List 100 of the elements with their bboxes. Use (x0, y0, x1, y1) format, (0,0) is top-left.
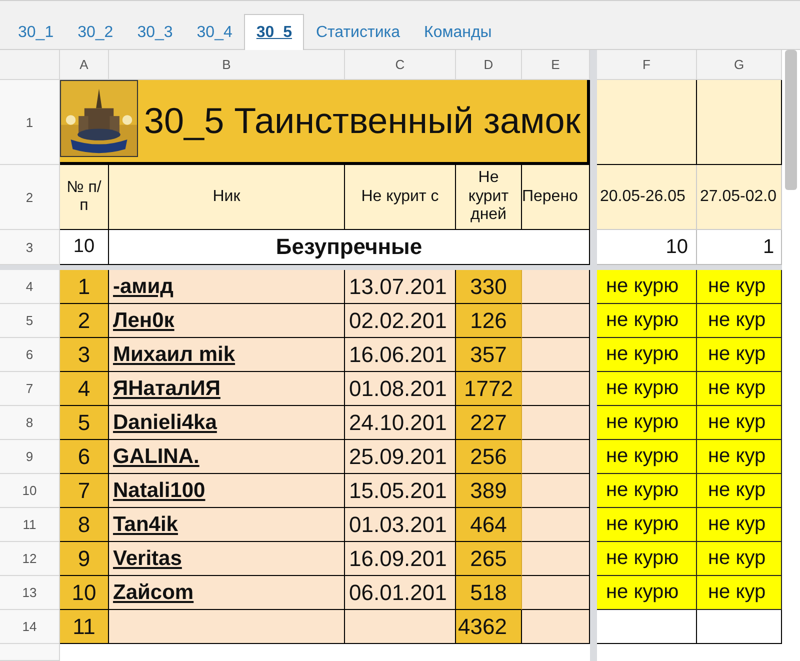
user-link[interactable]: Danieli4ka (113, 410, 217, 434)
user-link[interactable]: ЯНаталИЯ (113, 376, 220, 400)
sheet-tab[interactable]: 30_4 (184, 14, 244, 50)
table-cell: не кур (697, 508, 782, 542)
freeze-bar[interactable] (590, 50, 597, 661)
table-cell: не курю (597, 542, 697, 576)
row-header[interactable]: 14 (0, 610, 60, 644)
column-header[interactable]: C (345, 50, 456, 80)
table-cell: 6 (60, 440, 109, 474)
user-link[interactable]: Natali100 (113, 478, 206, 502)
user-link[interactable]: Veritas (113, 546, 182, 570)
table-cell: 10 (597, 230, 697, 265)
table-cell: Не курит дней (456, 165, 522, 230)
table-cell (522, 508, 590, 542)
table-cell (522, 304, 590, 338)
sheet-tab[interactable]: Статистика (304, 14, 412, 50)
scrollbar-thumb[interactable] (785, 50, 797, 190)
row-header[interactable]: 13 (0, 576, 60, 610)
table-cell: № п/п (60, 165, 109, 230)
freeze-bar[interactable] (0, 265, 590, 270)
table-cell: 265 (456, 542, 522, 576)
table-cell: 5 (60, 406, 109, 440)
table-cell (522, 270, 590, 304)
user-link[interactable]: Zайcom (113, 580, 194, 604)
table-cell: не курю (597, 474, 697, 508)
table-cell: 464 (456, 508, 522, 542)
user-link[interactable]: GALINA. (113, 444, 200, 468)
table-cell: не кур (697, 440, 782, 474)
row-header[interactable]: 6 (0, 338, 60, 372)
column-header[interactable]: E (522, 50, 590, 80)
table-cell (522, 576, 590, 610)
row-header[interactable]: 2 (0, 165, 60, 230)
table-cell: не кур (697, 304, 782, 338)
table-cell: Безупречные (109, 230, 590, 265)
table-cell: не курю (597, 338, 697, 372)
table-cell: 8 (60, 508, 109, 542)
table-cell: 11 (60, 610, 109, 644)
table-cell: 4 (60, 372, 109, 406)
row-header[interactable]: 11 (0, 508, 60, 542)
column-header[interactable]: B (109, 50, 345, 80)
table-cell: не курю (597, 576, 697, 610)
table-cell: не кур (697, 576, 782, 610)
row-header[interactable]: 7 (0, 372, 60, 406)
table-cell (522, 440, 590, 474)
sheet-tab[interactable]: 30_3 (125, 14, 185, 50)
user-link[interactable]: Лен0к (113, 308, 174, 332)
table-cell: 357 (456, 338, 522, 372)
user-link[interactable]: Tan4ik (113, 512, 178, 536)
table-cell: 15.05.201 (345, 474, 456, 508)
sheet-tab[interactable]: 30_5 (244, 14, 304, 50)
table-cell: не курю (597, 508, 697, 542)
sheet-tab[interactable]: 30_2 (66, 14, 126, 50)
table-cell: 01.03.201 (345, 508, 456, 542)
user-link[interactable]: -амид (113, 274, 174, 298)
row-header[interactable]: 8 (0, 406, 60, 440)
row-header[interactable]: 5 (0, 304, 60, 338)
table-cell (522, 372, 590, 406)
row-header[interactable]: 4 (0, 270, 60, 304)
table-cell: Перено (522, 165, 590, 230)
table-cell: 1 (60, 270, 109, 304)
table-cell: 10 (60, 576, 109, 610)
table-cell: 227 (456, 406, 522, 440)
table-cell: 389 (456, 474, 522, 508)
sheet-tab[interactable]: 30_1 (6, 14, 66, 50)
table-cell: 02.02.201 (345, 304, 456, 338)
row-header[interactable]: 1 (0, 80, 60, 165)
table-cell: 1 (697, 230, 782, 265)
table-cell: 3 (60, 338, 109, 372)
column-header[interactable]: G (697, 50, 782, 80)
table-cell (522, 338, 590, 372)
table-cell: 20.05-26.05 (597, 165, 697, 230)
table-cell: не курю (597, 304, 697, 338)
table-cell: не кур (697, 406, 782, 440)
table-cell: 16.06.201 (345, 338, 456, 372)
table-cell: не курю (597, 406, 697, 440)
column-header[interactable]: A (60, 50, 109, 80)
table-cell: 13.07.201 (345, 270, 456, 304)
table-cell (522, 474, 590, 508)
sheet-title: 30_5 Таинственный замок (144, 100, 580, 142)
row-header (0, 644, 60, 661)
table-cell (522, 610, 590, 644)
table-cell: не кур (697, 474, 782, 508)
row-header[interactable]: 3 (0, 230, 60, 265)
table-cell: не кур (697, 372, 782, 406)
table-cell: 06.01.201 (345, 576, 456, 610)
user-link[interactable]: Михаил mik (113, 342, 236, 366)
table-cell: 01.08.201 (345, 372, 456, 406)
table-cell: не кур (697, 542, 782, 576)
table-cell: 16.09.201 (345, 542, 456, 576)
row-header[interactable]: 12 (0, 542, 60, 576)
row-header[interactable]: 10 (0, 474, 60, 508)
row-header[interactable]: 9 (0, 440, 60, 474)
freeze-bar[interactable] (597, 265, 782, 270)
column-header[interactable]: F (597, 50, 697, 80)
table-cell (522, 542, 590, 576)
table-cell: не кур (697, 270, 782, 304)
column-header[interactable]: D (456, 50, 522, 80)
table-cell: 7 (60, 474, 109, 508)
table-cell: 10 (60, 230, 109, 265)
sheet-tab[interactable]: Команды (412, 14, 504, 50)
